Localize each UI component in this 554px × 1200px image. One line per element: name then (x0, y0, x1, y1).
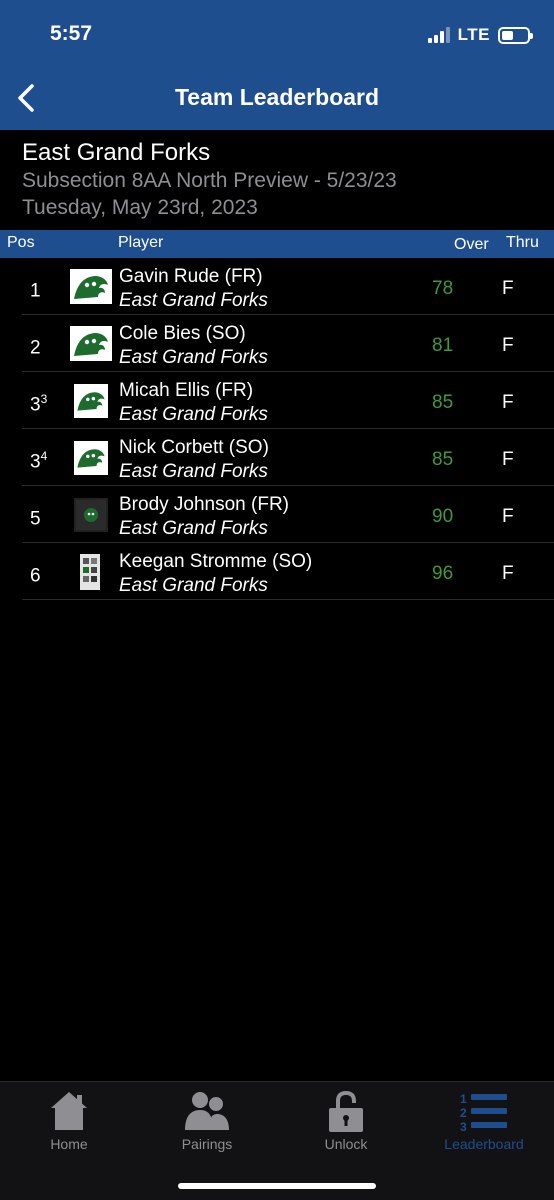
team-name: East Grand Forks (22, 139, 211, 166)
column-header-over[interactable]: Over (454, 236, 489, 254)
people-icon (138, 1088, 276, 1134)
player-team: East Grand Forks (119, 290, 268, 311)
column-header-player[interactable]: Player (118, 234, 163, 252)
leaderboard-icon: 1 2 3 (415, 1088, 553, 1134)
status-time: 5:57 (50, 22, 93, 45)
leaderboard-row[interactable]: 1 Gavin Rude (FR) East Grand Forks 78 F (0, 258, 554, 315)
player-name: Brody Johnson (FR) (119, 494, 290, 515)
home-indicator[interactable] (178, 1183, 376, 1189)
unlock-icon (277, 1088, 415, 1134)
tab-label: Leaderboard (444, 1136, 524, 1152)
player-score: 78 (432, 278, 454, 299)
tab-leaderboard[interactable]: 1 2 3 Leaderboard (415, 1088, 553, 1152)
row-position: 2 (30, 337, 41, 359)
player-score: 81 (432, 335, 454, 356)
player-photo-icon (80, 554, 100, 590)
player-thru: F (502, 563, 514, 584)
player-score: 85 (432, 449, 454, 470)
team-logo-icon (70, 269, 112, 304)
row-position: 1 (30, 280, 41, 302)
leaderboard-row[interactable]: 5 Brody Johnson (FR) East Grand Forks 90… (0, 486, 554, 543)
player-thru: F (502, 449, 514, 470)
row-position: 34 (30, 449, 48, 473)
column-header-pos[interactable]: Pos (7, 234, 35, 252)
svg-text:2: 2 (460, 1106, 467, 1120)
battery-icon (498, 26, 533, 44)
page-title: Team Leaderboard (174, 84, 380, 110)
leaderboard-row[interactable]: 33 Micah Ellis (FR) East Grand Forks 85 … (0, 372, 554, 429)
player-thru: F (502, 278, 514, 299)
row-position: 33 (30, 392, 48, 416)
tab-home[interactable]: Home (0, 1088, 138, 1152)
player-name: Cole Bies (SO) (119, 323, 246, 344)
tab-label: Unlock (324, 1136, 368, 1152)
tab-unlock[interactable]: Unlock (277, 1088, 415, 1152)
status-indicators: LTE (427, 25, 533, 45)
player-photo-icon (74, 498, 108, 532)
tab-label: Pairings (181, 1136, 233, 1152)
leaderboard-list: 1 Gavin Rude (FR) East Grand Forks 78 F … (0, 258, 554, 600)
team-logo-icon (70, 326, 112, 361)
svg-text:1: 1 (460, 1092, 467, 1106)
app-header: 5:57 LTE Team Leaderboard (0, 0, 554, 130)
player-name: Micah Ellis (FR) (119, 380, 254, 401)
player-team: East Grand Forks (119, 347, 268, 368)
event-date: Tuesday, May 23rd, 2023 (22, 196, 258, 219)
svg-text:3: 3 (460, 1120, 467, 1132)
player-thru: F (502, 335, 514, 356)
team-logo-icon (74, 441, 108, 475)
player-team: East Grand Forks (119, 518, 268, 539)
player-team: East Grand Forks (119, 575, 268, 596)
player-name: Gavin Rude (FR) (119, 266, 263, 287)
column-header-bar: Pos Player Over Thru (0, 230, 554, 258)
signal-icon (427, 27, 450, 43)
tab-pairings[interactable]: Pairings (138, 1088, 276, 1152)
player-score: 90 (432, 506, 454, 527)
player-thru: F (502, 392, 514, 413)
column-header-thru[interactable]: Thru (506, 234, 539, 252)
row-position: 6 (30, 565, 41, 587)
home-icon (0, 1088, 138, 1134)
player-name: Keegan Stromme (SO) (119, 551, 313, 572)
player-thru: F (502, 506, 514, 527)
team-logo-icon (74, 384, 108, 418)
leaderboard-row[interactable]: 2 Cole Bies (SO) East Grand Forks 81 F (0, 315, 554, 372)
player-team: East Grand Forks (119, 461, 268, 482)
player-name: Nick Corbett (SO) (119, 437, 269, 458)
player-score: 96 (432, 563, 454, 584)
player-score: 85 (432, 392, 454, 413)
row-position: 5 (30, 508, 41, 530)
player-team: East Grand Forks (119, 404, 268, 425)
leaderboard-row[interactable]: 6 Keegan Stromme (SO) East Grand Forks 9… (0, 543, 554, 600)
event-name: Subsection 8AA North Preview - 5/23/23 (22, 169, 397, 192)
network-label: LTE (457, 25, 490, 44)
leaderboard-row[interactable]: 34 Nick Corbett (SO) East Grand Forks 85… (0, 429, 554, 486)
tab-label: Home (50, 1136, 88, 1152)
